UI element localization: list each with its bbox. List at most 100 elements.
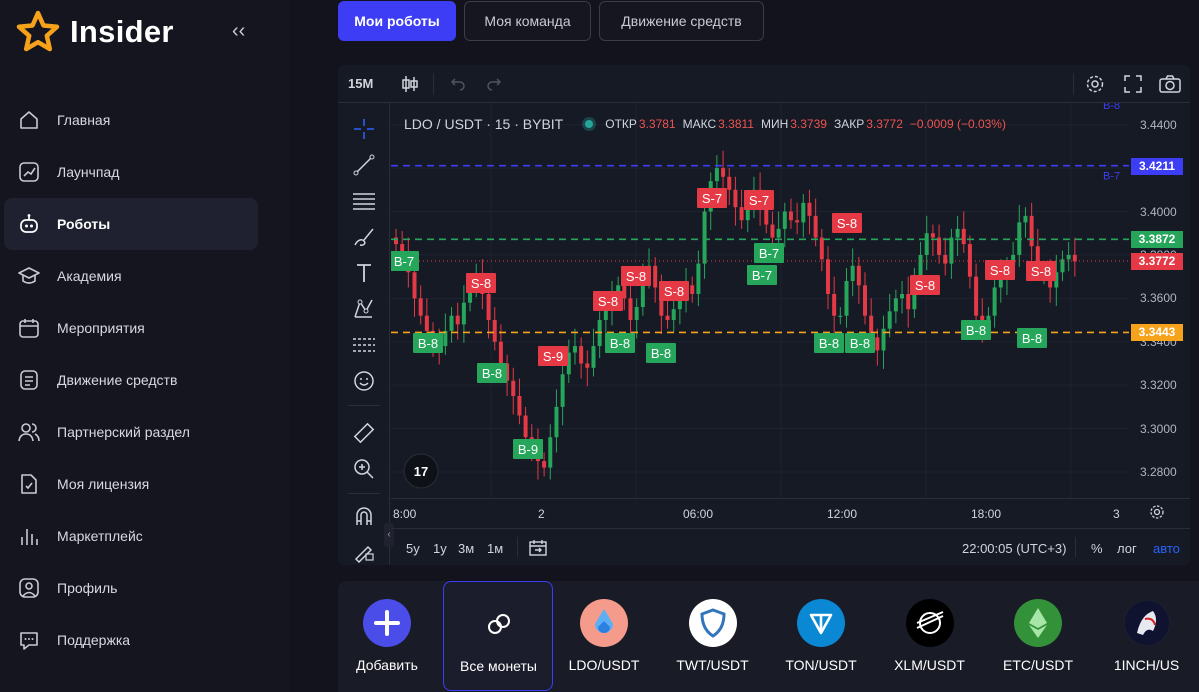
forecast-tool-icon[interactable] [350,331,378,359]
coin-label: ETC/USDT [1003,657,1073,673]
candle-body [825,259,830,294]
coin-coins[interactable]: Все монеты [442,581,553,691]
marketplace-icon [18,525,40,547]
timezone-clock[interactable]: 22:00:05 (UTC+3) [962,541,1066,556]
axis-settings-icon[interactable] [1149,504,1165,520]
candle-body [424,315,429,331]
coin-plus[interactable]: Добавить [338,581,442,692]
signal-label: B-8 [819,336,839,351]
pattern-tool-icon[interactable] [350,295,378,323]
sidebar-item-marketplace[interactable]: Маркетплейс [4,510,258,562]
candle-body [560,374,565,407]
settings-gear-icon[interactable] [1085,74,1105,94]
symbol-title[interactable]: LDO / USDT · 15 · BYBIT [404,116,563,132]
tab-my-team[interactable]: Моя команда [464,1,591,41]
sidebar-item-home[interactable]: Главная [4,94,258,146]
candle-body [455,315,460,325]
sidebar-item-launchpad[interactable]: Лаунчпад [4,146,258,198]
zoom-in-icon[interactable] [350,455,378,483]
magnet-icon[interactable] [350,503,378,531]
ruler-icon[interactable] [350,419,378,447]
coin-label: 1INCH/US [1113,657,1180,673]
sidebar-item-profile[interactable]: Профиль [4,562,258,614]
emoji-icon[interactable] [350,367,378,395]
low-value: 3.3739 [790,117,827,131]
candlestick-plot[interactable]: B-7 B-8 B-7 S-8 B-8 B-8 B-9 S-9 S-8 B-8 S-8 S-8 B-8 S… [391,103,1129,498]
signal-label: S-8 [837,216,857,231]
candle-body [492,320,497,342]
license-icon [18,473,40,495]
lock-drawing-icon[interactable] [350,537,378,565]
trend-line-icon[interactable] [350,151,378,179]
candle-body [554,406,559,438]
candle-body [1029,215,1034,247]
signal-label: S-8 [626,269,646,284]
price-level-badge: 3.3872 [1131,231,1183,249]
sidebar-item-label: Движение средств [57,372,178,388]
coin-etc[interactable]: ETC/USDT [983,581,1093,692]
sidebar-item-robot[interactable]: Роботы [4,198,258,250]
time-axis[interactable]: 8:00 2 06:00 12:00 18:00 3 [391,498,1190,526]
tab-money-flow[interactable]: Движение средств [599,1,764,41]
range-1m[interactable]: 1м [487,541,503,556]
sidebar-item-label: Поддержка [57,632,131,648]
candle-body [819,237,824,260]
signal-label: B-7 [752,268,772,283]
candles-type-icon[interactable] [400,74,420,94]
range-3m[interactable]: 3м [458,541,474,556]
candle-body [1023,215,1028,223]
candle-body [782,211,787,229]
logo[interactable]: Insider [16,10,174,54]
drawing-tools: ‹ [338,103,394,565]
candle-body [498,341,503,364]
screenshot-camera-icon[interactable] [1159,74,1181,94]
text-tool-icon[interactable] [350,259,378,287]
interval-selector[interactable]: 15М [348,76,373,91]
fullscreen-icon[interactable] [1124,75,1142,93]
candle-body [702,211,707,264]
price-axis[interactable]: 3.4400 3.4000 3.3600 3.3200 3.3000 3.2800 3.38… [1123,103,1190,498]
signal-label: B-7 [759,246,779,261]
coin-oneinch[interactable]: 1INCH/US [1092,581,1199,692]
sidebar-item-support[interactable]: Поддержка [4,614,258,666]
sidebar-item-wallet[interactable]: Движение средств [4,354,258,406]
home-icon [18,109,40,131]
coin-xlm[interactable]: XLM/USDT [875,581,985,692]
signal-label: S-8 [1031,264,1051,279]
percent-toggle[interactable]: % [1091,541,1103,556]
candle-body [727,176,732,190]
chart-bottom-bar: 5у 1у 3м 1м 22:00:05 (UTC+3) % лог авто [391,528,1190,565]
coin-ldo[interactable]: LDO/USDT [549,581,659,692]
undo-icon[interactable] [450,75,466,91]
tab-my-robots[interactable]: Мои роботы [338,1,456,41]
brush-icon[interactable] [350,223,378,251]
coin-ton[interactable]: TON/USDT [766,581,876,692]
range-1y[interactable]: 1у [433,541,447,556]
sidebar-item-partners[interactable]: Партнерский раздел [4,406,258,458]
candle-body [591,346,596,368]
coin-twt[interactable]: TWT/USDT [658,581,768,692]
close-label: ЗАКР [833,117,865,131]
candle-body [548,437,553,468]
range-5y[interactable]: 5у [406,541,420,556]
candle-body [801,202,806,223]
sidebar-item-academy[interactable]: Академия [4,250,258,302]
candle-body [671,309,676,321]
candle-body [900,293,905,299]
fib-levels-icon[interactable] [350,187,378,215]
candle-body [696,263,701,294]
candle-body [770,224,775,238]
collapse-sidebar-icon[interactable]: ‹‹ [232,20,245,43]
log-toggle[interactable]: лог [1117,541,1137,556]
sidebar-item-calendar[interactable]: Мероприятия [4,302,258,354]
date-range-icon[interactable] [528,538,548,558]
redo-icon[interactable] [486,75,502,91]
signal-label: B-8 [610,336,630,351]
time-tick: 2 [538,507,545,521]
sidebar-item-license[interactable]: Моя лицензия [4,458,258,510]
crosshair-icon[interactable] [350,115,378,143]
time-tick: 18:00 [971,507,1002,521]
time-tick: 12:00 [827,507,858,521]
price-tick: 3.4000 [1140,204,1177,219]
auto-toggle[interactable]: авто [1153,541,1180,556]
